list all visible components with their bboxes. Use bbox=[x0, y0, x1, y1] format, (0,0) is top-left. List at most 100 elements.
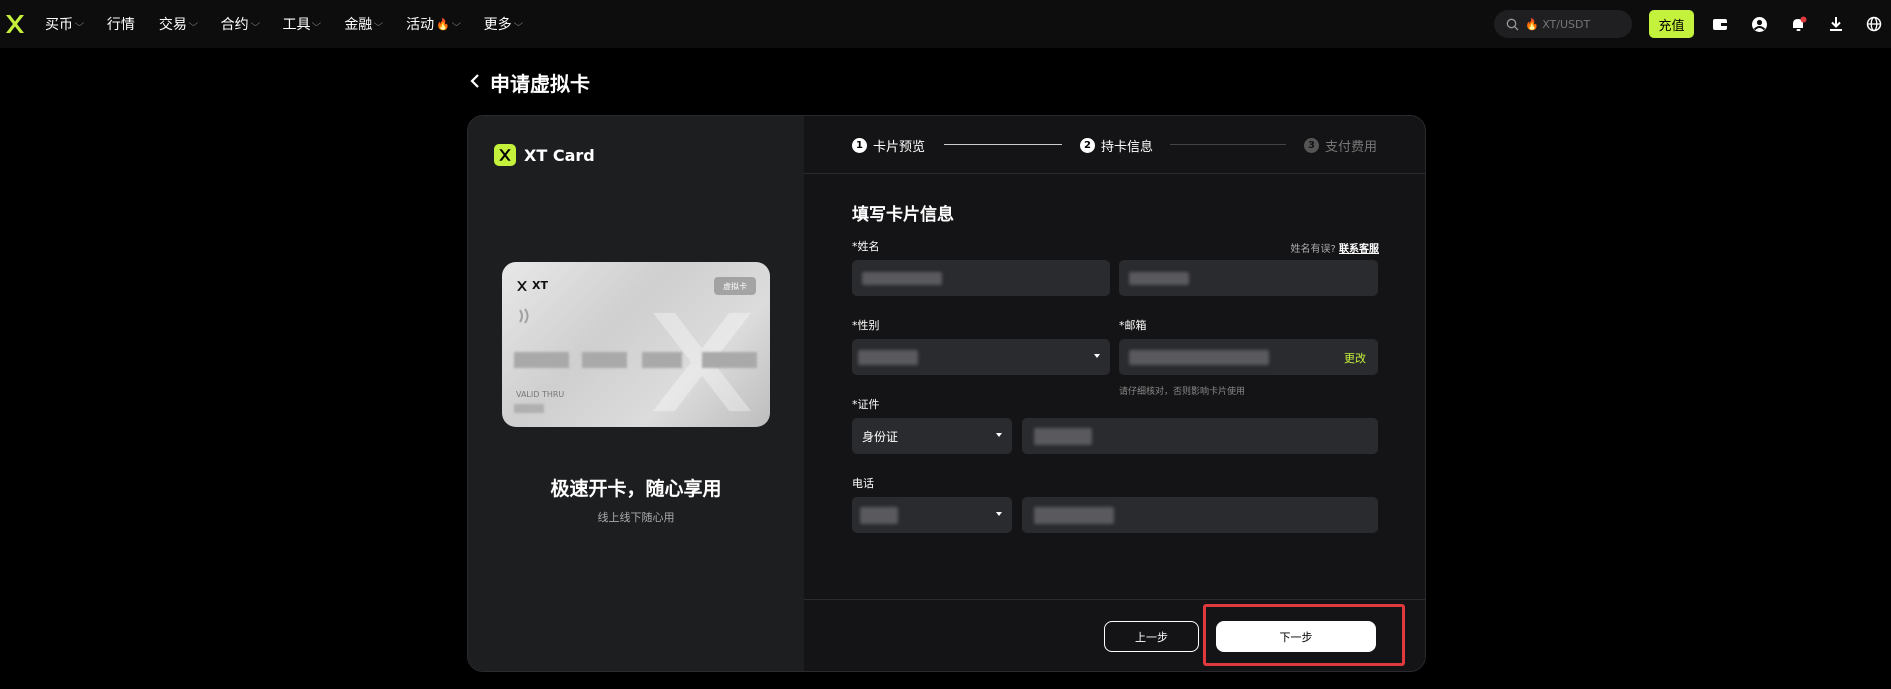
fire-icon: 🔥 bbox=[436, 17, 450, 31]
nav-item-tools[interactable]: 工具 ⌵ bbox=[282, 14, 322, 34]
virtual-card-image: XT 虚拟卡 VALID THRU bbox=[502, 262, 770, 427]
form-section: 1 卡片预览 2 持卡信息 3 支付费用 填写卡片信息 *姓名 姓名有误? 联系… bbox=[804, 116, 1425, 671]
redacted-value bbox=[860, 507, 898, 524]
next-step-button[interactable]: 下一步 bbox=[1216, 621, 1376, 652]
dropdown-arrow-icon bbox=[1094, 354, 1100, 358]
redacted-value bbox=[1034, 507, 1114, 524]
nav-item-label: 交易 bbox=[158, 17, 187, 33]
step-number: 2 bbox=[1080, 138, 1095, 153]
nav-item-markets[interactable]: 行情 bbox=[107, 14, 135, 34]
card-valid-thru: VALID THRU bbox=[516, 390, 565, 399]
nav-item-label: 合约 bbox=[220, 17, 249, 33]
step-payment: 3 支付费用 bbox=[1304, 136, 1377, 155]
step-number: 3 bbox=[1304, 138, 1319, 153]
chevron-down-icon: ⌵ bbox=[373, 19, 384, 29]
email-hint: 请仔细核对，否则影响卡片使用 bbox=[1119, 387, 1246, 397]
chevron-down-icon: ⌵ bbox=[250, 19, 260, 29]
email-label: *邮箱 bbox=[1119, 319, 1147, 332]
bell-icon[interactable] bbox=[1787, 13, 1809, 35]
redacted-value bbox=[862, 272, 942, 285]
slogan: 极速开卡，随心享用 bbox=[550, 478, 722, 500]
card-expiry-redacted bbox=[514, 404, 544, 413]
id-label: *证件 bbox=[852, 398, 880, 411]
gender-select[interactable] bbox=[852, 339, 1110, 375]
step-connector bbox=[1170, 144, 1286, 145]
nav-item-label: 行情 bbox=[106, 17, 135, 33]
contactless-icon bbox=[519, 308, 529, 324]
step-label: 支付费用 bbox=[1325, 140, 1378, 155]
step-label: 持卡信息 bbox=[1101, 140, 1154, 155]
xt-logo-icon bbox=[517, 280, 527, 291]
nav-item-label: 工具 bbox=[282, 17, 311, 33]
nav-item-trade[interactable]: 交易 ⌵ bbox=[158, 14, 199, 34]
card-number-redacted bbox=[702, 352, 757, 368]
step-holder-info: 2 持卡信息 bbox=[1080, 136, 1153, 155]
id-type-value: 身份证 bbox=[862, 430, 899, 444]
contact-support-link[interactable]: 联系客服 bbox=[1339, 244, 1379, 255]
chevron-down-icon: ⌵ bbox=[188, 19, 199, 29]
back-arrow-icon[interactable] bbox=[468, 71, 482, 91]
redacted-value bbox=[1034, 428, 1092, 445]
search-box[interactable] bbox=[1494, 10, 1632, 38]
top-navbar: 买币⌵ 行情 交易⌵ 合约⌵ 工具⌵ 金融⌵ 活动🔥⌵ 更多⌵ 充值 bbox=[0, 0, 1891, 48]
globe-icon[interactable] bbox=[1863, 13, 1885, 35]
dropdown-arrow-icon bbox=[996, 433, 1002, 437]
redacted-value bbox=[1129, 272, 1189, 285]
stepper: 1 卡片预览 2 持卡信息 3 支付费用 bbox=[804, 116, 1425, 174]
xt-logo-icon[interactable] bbox=[4, 13, 26, 35]
user-icon[interactable] bbox=[1748, 13, 1770, 35]
slogan-subtext: 线上线下随心用 bbox=[597, 511, 675, 524]
deposit-button[interactable]: 充值 bbox=[1649, 10, 1694, 38]
page-title: 申请虚拟卡 bbox=[490, 72, 590, 96]
card-preview-section: XT Card XT 虚拟卡 VALID THRU 极速开卡，随心享用 线上线下… bbox=[468, 116, 804, 671]
chevron-down-icon: ⌵ bbox=[312, 19, 322, 29]
nav-item-finance[interactable]: 金融 ⌵ bbox=[344, 14, 384, 34]
nav-item-more[interactable]: 更多 ⌵ bbox=[483, 14, 523, 34]
wallet-icon[interactable] bbox=[1709, 13, 1731, 35]
search-icon bbox=[1506, 18, 1519, 30]
download-icon[interactable] bbox=[1825, 13, 1847, 35]
name-hint-text: 姓名有误? bbox=[1290, 244, 1336, 255]
name-label: *姓名 bbox=[852, 240, 880, 253]
card-type-badge: 虚拟卡 bbox=[714, 277, 756, 295]
nav-item-buy-crypto[interactable]: 买币 ⌵ bbox=[45, 14, 84, 34]
chevron-down-icon: ⌵ bbox=[451, 19, 462, 29]
step-label: 卡片预览 bbox=[873, 140, 926, 155]
nav-item-label: 金融 bbox=[344, 17, 373, 33]
email-field[interactable]: 更改 bbox=[1119, 339, 1378, 375]
nav-menu: 买币 ⌵ 行情 交易 ⌵ 合约 ⌵ 工具 ⌵ 金融 ⌵ 活动 🔥 ⌵ 更多 ⌵ bbox=[45, 0, 546, 48]
phone-label: 电话 bbox=[852, 477, 874, 490]
step-number: 1 bbox=[852, 138, 867, 153]
xt-card-logo-icon bbox=[494, 144, 516, 166]
last-name-field[interactable] bbox=[1119, 260, 1378, 296]
apply-card-panel: XT Card XT 虚拟卡 VALID THRU 极速开卡，随心享用 线上线下… bbox=[467, 115, 1426, 672]
gender-label: *性别 bbox=[852, 319, 880, 332]
nav-item-label: 更多 bbox=[483, 17, 512, 33]
step-connector bbox=[944, 144, 1062, 145]
nav-item-label: 活动 bbox=[406, 17, 435, 33]
first-name-field[interactable] bbox=[852, 260, 1110, 296]
previous-step-button[interactable]: 上一步 bbox=[1104, 621, 1199, 652]
form-title: 填写卡片信息 bbox=[852, 205, 954, 225]
change-email-link[interactable]: 更改 bbox=[1344, 350, 1366, 366]
brand-name: XT Card bbox=[524, 145, 595, 165]
card-number-redacted bbox=[582, 352, 627, 368]
country-code-select[interactable] bbox=[852, 497, 1012, 533]
nav-item-futures[interactable]: 合约 ⌵ bbox=[220, 14, 260, 34]
step-card-preview: 1 卡片预览 bbox=[852, 136, 925, 155]
dropdown-arrow-icon bbox=[996, 512, 1002, 516]
nav-item-label: 买币 bbox=[45, 17, 73, 33]
redacted-value bbox=[858, 350, 918, 365]
id-type-select[interactable]: 身份证 bbox=[852, 418, 1012, 454]
card-number-redacted bbox=[642, 352, 682, 368]
nav-item-activities[interactable]: 活动 🔥 ⌵ bbox=[406, 14, 462, 34]
phone-number-field[interactable] bbox=[1022, 497, 1378, 533]
redacted-value bbox=[1129, 350, 1269, 365]
name-error-hint: 姓名有误? 联系客服 bbox=[1291, 240, 1380, 255]
footer-divider bbox=[804, 599, 1425, 600]
id-number-field[interactable] bbox=[1022, 418, 1378, 454]
search-input[interactable] bbox=[1525, 17, 1617, 31]
brand: XT Card bbox=[494, 144, 595, 166]
card-brand-text: XT bbox=[532, 279, 548, 292]
card-number-redacted bbox=[514, 352, 569, 368]
